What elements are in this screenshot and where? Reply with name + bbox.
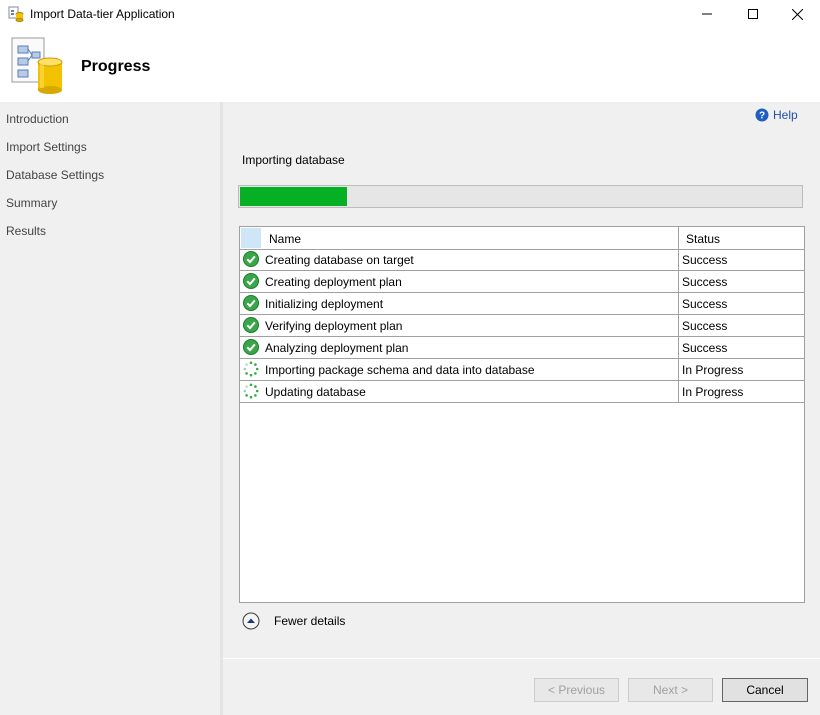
import-progress-bar <box>238 185 803 208</box>
main-panel: ? Help Importing database Name Status Cr… <box>223 102 820 715</box>
table-row[interactable]: Importing package schema and data into d… <box>240 359 804 381</box>
svg-text:?: ? <box>759 111 765 122</box>
previous-button[interactable]: < Previous <box>534 678 619 702</box>
footer-divider <box>223 658 820 659</box>
progress-fill <box>240 187 347 206</box>
help-link[interactable]: ? Help <box>755 108 798 122</box>
success-check-icon <box>243 317 259 333</box>
close-icon <box>791 8 803 20</box>
cancel-button[interactable]: Cancel <box>722 678 808 702</box>
minimize-icon <box>702 13 712 15</box>
column-header-status[interactable]: Status <box>686 232 720 246</box>
sidebar-item-summary[interactable]: Summary <box>6 196 57 210</box>
row-name: Analyzing deployment plan <box>265 341 409 355</box>
table-header: Name Status <box>240 227 804 250</box>
row-status: Success <box>682 253 728 267</box>
window-title: Import Data-tier Application <box>30 7 175 21</box>
collapse-up-icon <box>242 612 260 630</box>
maximize-icon <box>748 9 758 19</box>
header-corner-cell <box>241 228 261 248</box>
success-check-icon <box>243 251 259 267</box>
table-row[interactable]: Analyzing deployment plan Success <box>240 337 804 359</box>
fewer-details-toggle[interactable]: Fewer details <box>242 612 345 630</box>
wizard-sidebar: Introduction Import Settings Database Se… <box>0 102 220 715</box>
table-row[interactable]: Creating deployment plan Success <box>240 271 804 293</box>
table-row[interactable]: Creating database on target Success <box>240 249 804 271</box>
progress-table: Name Status Creating database on target … <box>239 226 805 603</box>
wizard-header: Progress <box>0 28 820 102</box>
fewer-details-label: Fewer details <box>274 614 346 628</box>
row-name: Creating deployment plan <box>265 275 402 289</box>
row-name: Verifying deployment plan <box>265 319 403 333</box>
row-name: Importing package schema and data into d… <box>265 363 535 377</box>
help-label: Help <box>773 108 798 122</box>
database-import-icon <box>10 36 66 96</box>
in-progress-spinner-icon <box>243 383 259 399</box>
minimize-button[interactable] <box>684 0 730 28</box>
sidebar-item-introduction[interactable]: Introduction <box>6 112 69 126</box>
row-status: Success <box>682 341 728 355</box>
success-check-icon <box>243 295 259 311</box>
row-status: In Progress <box>682 385 744 399</box>
success-check-icon <box>243 339 259 355</box>
success-check-icon <box>243 273 259 289</box>
app-icon <box>8 6 24 22</box>
sidebar-item-database-settings[interactable]: Database Settings <box>6 168 104 182</box>
next-button[interactable]: Next > <box>628 678 713 702</box>
sidebar-item-results[interactable]: Results <box>6 224 46 238</box>
maximize-button[interactable] <box>730 0 776 28</box>
table-row[interactable]: Verifying deployment plan Success <box>240 315 804 337</box>
progress-section-label: Importing database <box>242 153 345 167</box>
help-icon: ? <box>755 108 769 122</box>
row-name: Updating database <box>265 385 366 399</box>
row-name: Initializing deployment <box>265 297 384 311</box>
table-row[interactable]: Initializing deployment Success <box>240 293 804 315</box>
close-button[interactable] <box>774 0 820 28</box>
page-title: Progress <box>81 58 151 75</box>
sidebar-item-import-settings[interactable]: Import Settings <box>6 140 87 154</box>
column-header-name[interactable]: Name <box>269 232 301 246</box>
table-row[interactable]: Updating database In Progress <box>240 381 804 403</box>
row-name: Creating database on target <box>265 253 414 267</box>
row-status: Success <box>682 319 728 333</box>
in-progress-spinner-icon <box>243 361 259 377</box>
row-status: Success <box>682 275 728 289</box>
title-bar: Import Data-tier Application <box>0 0 820 28</box>
row-status: In Progress <box>682 363 744 377</box>
row-status: Success <box>682 297 728 311</box>
